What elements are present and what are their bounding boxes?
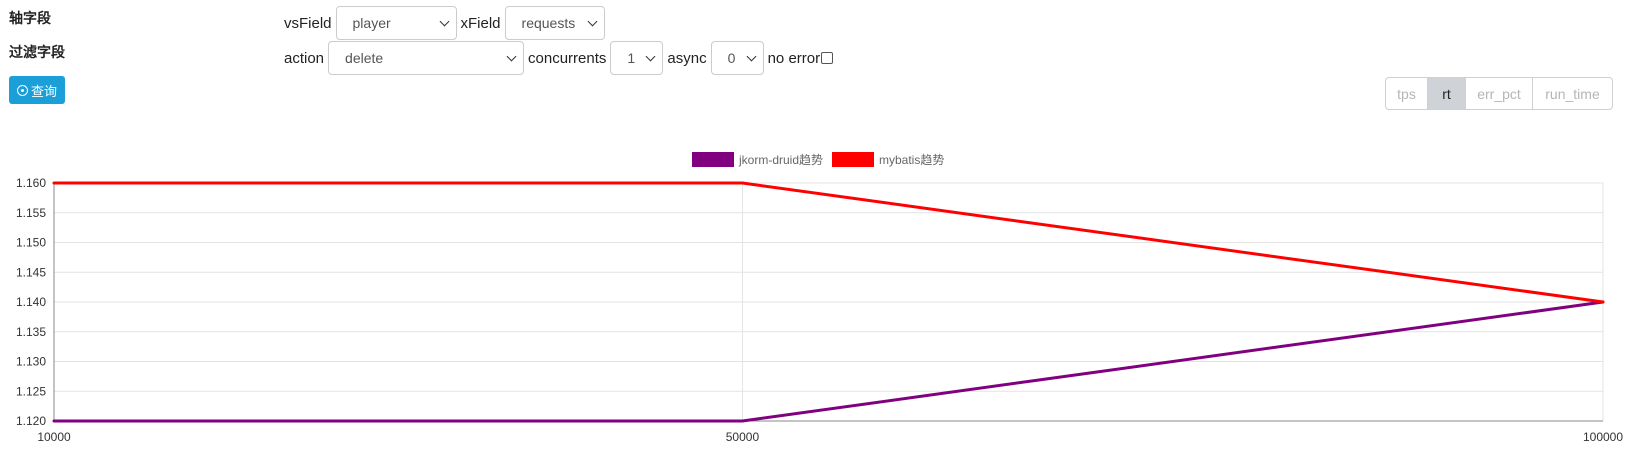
y-tick-label: 1.145	[16, 265, 46, 279]
axis-field-row: vsField player xField requests	[284, 6, 609, 40]
x-tick-label: 100000	[1583, 430, 1623, 444]
metric-button-group: tps rt err_pct run_time	[1385, 77, 1613, 110]
legend-label: jkorm-druid趋势	[738, 153, 823, 167]
chevron-down-icon	[746, 51, 757, 62]
x-field-value: requests	[521, 15, 576, 31]
vs-field-value: player	[352, 15, 391, 31]
y-tick-label: 1.120	[16, 414, 46, 428]
x-field-label: xField	[460, 14, 501, 32]
rt-line-chart: 1.120 1.125 1.130 1.135 1.140 1.145 1.150 1.155…	[16, 152, 1623, 444]
concurrents-label: concurrents	[528, 49, 607, 67]
no-error-label: no error	[767, 49, 821, 67]
y-tick-label: 1.135	[16, 325, 46, 339]
legend-swatch	[692, 152, 734, 167]
data-point	[52, 181, 56, 185]
y-tick-label: 1.125	[16, 384, 46, 398]
metric-button-tps[interactable]: tps	[1386, 78, 1428, 109]
action-select[interactable]: delete	[328, 41, 525, 75]
data-point	[740, 181, 744, 185]
x-field-select[interactable]: requests	[504, 6, 605, 40]
vs-field-label: vsField	[284, 14, 332, 32]
legend-swatch	[832, 152, 874, 167]
chevron-down-icon	[506, 51, 517, 62]
y-tick-label: 1.140	[16, 295, 46, 309]
chevron-down-icon	[439, 16, 449, 27]
data-point	[52, 419, 56, 423]
query-icon	[16, 84, 28, 96]
action-value: delete	[345, 50, 384, 66]
chevron-down-icon	[645, 51, 656, 62]
concurrents-value: 1	[627, 50, 636, 66]
vs-field-select[interactable]: player	[335, 6, 457, 40]
filter-field-row: action delete concurrents 1 async 0 no e…	[284, 41, 834, 75]
action-label: action	[284, 49, 325, 67]
metric-button-run-time[interactable]: run_time	[1533, 78, 1612, 109]
async-label: async	[667, 49, 707, 67]
y-tick-label: 1.150	[16, 236, 46, 250]
async-value: 0	[727, 50, 736, 66]
no-error-checkbox[interactable]	[821, 52, 834, 64]
metric-button-err-pct[interactable]: err_pct	[1466, 78, 1533, 109]
query-button[interactable]: 查询	[9, 76, 65, 104]
y-tick-label: 1.130	[16, 355, 46, 369]
filter-field-label: 过滤字段	[9, 44, 65, 60]
data-point	[1601, 300, 1605, 304]
y-tick-label: 1.160	[16, 176, 46, 190]
x-tick-label: 50000	[726, 430, 760, 444]
metric-button-rt[interactable]: rt	[1428, 78, 1466, 109]
data-point	[740, 419, 744, 423]
async-select[interactable]: 0	[710, 41, 764, 75]
axis-field-label: 轴字段	[9, 10, 51, 26]
query-button-label: 查询	[30, 83, 57, 99]
x-tick-label: 10000	[37, 430, 71, 444]
legend-label: mybatis趋势	[879, 153, 944, 167]
y-tick-label: 1.155	[16, 206, 46, 220]
concurrents-select[interactable]: 1	[610, 41, 664, 75]
chevron-down-icon	[587, 16, 597, 27]
